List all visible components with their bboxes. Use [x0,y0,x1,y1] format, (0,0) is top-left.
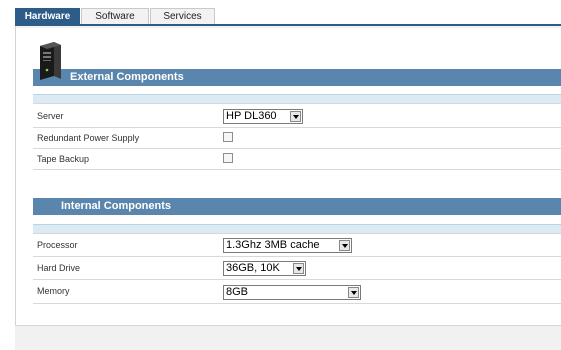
memory-field: 8GB [223,285,361,300]
redundant-power-row: Redundant Power Supply [33,128,561,149]
memory-label: Memory [37,286,70,296]
processor-field: 1.3Ghz 3MB cache [223,238,352,253]
memory-row: Memory 8GB [33,280,561,304]
hard-drive-label: Hard Drive [37,263,81,273]
chevron-down-icon[interactable] [290,111,301,122]
server-select[interactable]: HP DL360 [223,109,303,124]
memory-select[interactable]: 8GB [223,285,361,300]
external-components-title: External Components [70,71,184,83]
redundant-power-label: Redundant Power Supply [37,133,140,143]
redundant-power-field [223,131,233,142]
server-label: Server [37,111,64,121]
tab-software[interactable]: Software [81,8,149,25]
tab-services[interactable]: Services [150,8,215,25]
hard-drive-select[interactable]: 36GB, 10K [223,261,306,276]
hard-drive-field: 36GB, 10K [223,261,306,276]
hard-drive-select-value: 36GB, 10K [226,262,280,274]
server-select-value: HP DL360 [226,110,277,122]
tab-bar: Hardware Software Services [15,8,561,26]
internal-components-title: Internal Components [61,200,172,212]
internal-subheader-bar [33,224,561,233]
chevron-down-icon[interactable] [348,287,359,298]
processor-row: Processor 1.3Ghz 3MB cache [33,234,561,257]
processor-label: Processor [37,240,78,250]
memory-select-value: 8GB [226,286,249,298]
internal-components-header: Internal Components [33,198,561,215]
tape-backup-row: Tape Backup [33,149,561,170]
tab-underline [15,24,561,26]
processor-select[interactable]: 1.3Ghz 3MB cache [223,238,352,253]
footer-bar [15,325,561,350]
tape-backup-label: Tape Backup [37,154,90,164]
redundant-power-checkbox[interactable] [223,132,233,142]
tape-backup-checkbox[interactable] [223,153,233,163]
chevron-down-icon[interactable] [293,263,304,274]
tape-backup-field [223,152,233,163]
chevron-down-icon[interactable] [339,240,350,251]
external-components-header: External Components [33,69,561,86]
server-field: HP DL360 [223,109,303,124]
hard-drive-row: Hard Drive 36GB, 10K [33,257,561,280]
server-row: Server HP DL360 [33,104,561,128]
processor-select-value: 1.3Ghz 3MB cache [226,239,320,251]
external-subheader-bar [33,94,561,103]
server-tower-icon [40,42,61,80]
tab-hardware[interactable]: Hardware [15,8,80,25]
